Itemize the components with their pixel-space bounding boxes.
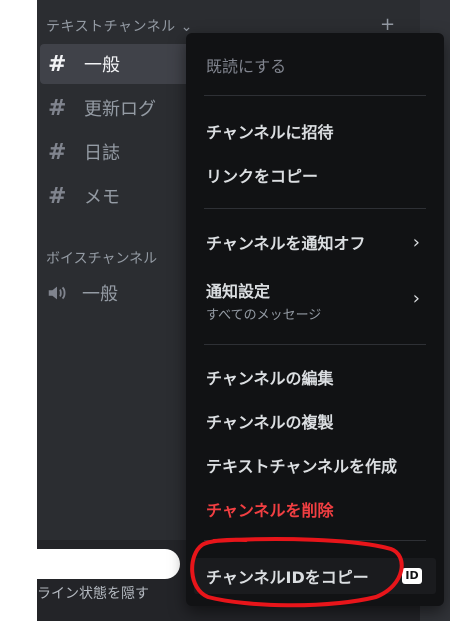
chevron-right-icon: › [412,232,420,253]
left-white-margin [0,0,37,621]
channel-label: メモ [84,187,120,208]
voice-channel-general[interactable]: 一般 [46,280,118,306]
chevron-right-icon: › [412,288,420,309]
menu-item-mute[interactable]: チャンネルを通知オフ › [194,224,436,260]
menu-item-sublabel: すべてのメッセージ [206,307,322,323]
menu-item-notification-settings[interactable]: 通知設定 すべてのメッセージ › [194,274,436,326]
menu-item-label: チャンネルに招待 [206,123,334,142]
text-channel-category[interactable]: テキストチャンネル ⌄ [46,16,193,36]
menu-item-mark-read[interactable]: 既読にする [194,47,436,83]
menu-item-label: チャンネルを削除 [206,501,334,520]
menu-item-create-text-channel[interactable]: テキストチャンネルを作成 [194,447,436,483]
channel-item-journal[interactable]: # 日誌 [40,132,190,172]
menu-item-duplicate-channel[interactable]: チャンネルの複製 [194,403,436,439]
channel-label: 一般 [84,55,120,76]
channel-label: 日誌 [84,143,120,164]
id-icon: ID [402,568,422,584]
menu-divider [204,95,426,96]
channel-item-update-log[interactable]: # 更新ログ [40,88,190,128]
hash-icon: # [48,95,67,121]
speaker-icon [48,286,66,300]
menu-divider [204,344,426,345]
menu-item-edit-channel[interactable]: チャンネルの編集 [194,359,436,395]
menu-divider [204,540,426,541]
redacted-username [0,549,180,579]
menu-item-invite[interactable]: チャンネルに招待 [194,113,436,149]
channel-context-menu: 既読にする チャンネルに招待 リンクをコピー チャンネルを通知オフ › 通知設定… [186,33,444,606]
channel-item-memo[interactable]: # メモ [40,176,190,216]
menu-item-label: チャンネルの複製 [206,413,334,432]
menu-item-label: チャンネルの編集 [206,369,334,388]
hash-icon: # [48,51,67,77]
voice-channel-label: 一般 [82,284,118,305]
menu-item-label: チャンネルIDをコピー [206,568,369,587]
status-text: ライン状態を隠す [37,586,149,602]
channel-label: 更新ログ [84,99,156,120]
menu-item-copy-channel-id[interactable]: チャンネルIDをコピー ID [194,558,436,594]
plus-icon[interactable]: + [380,14,395,35]
menu-item-label: 既読にする [206,57,287,76]
menu-item-label: リンクをコピー [206,167,319,186]
channel-item-general[interactable]: # 一般 [40,44,200,84]
hash-icon: # [48,183,67,209]
hash-icon: # [48,139,67,165]
menu-item-delete-channel[interactable]: チャンネルを削除 [194,491,436,527]
menu-item-copy-link[interactable]: リンクをコピー [194,157,436,193]
menu-divider [204,208,426,209]
voice-channel-category[interactable]: ボイスチャンネル [46,248,157,268]
menu-item-label: テキストチャンネルを作成 [206,457,398,476]
menu-item-label: チャンネルを通知オフ [206,234,366,253]
menu-item-label: 通知設定 [206,281,271,301]
